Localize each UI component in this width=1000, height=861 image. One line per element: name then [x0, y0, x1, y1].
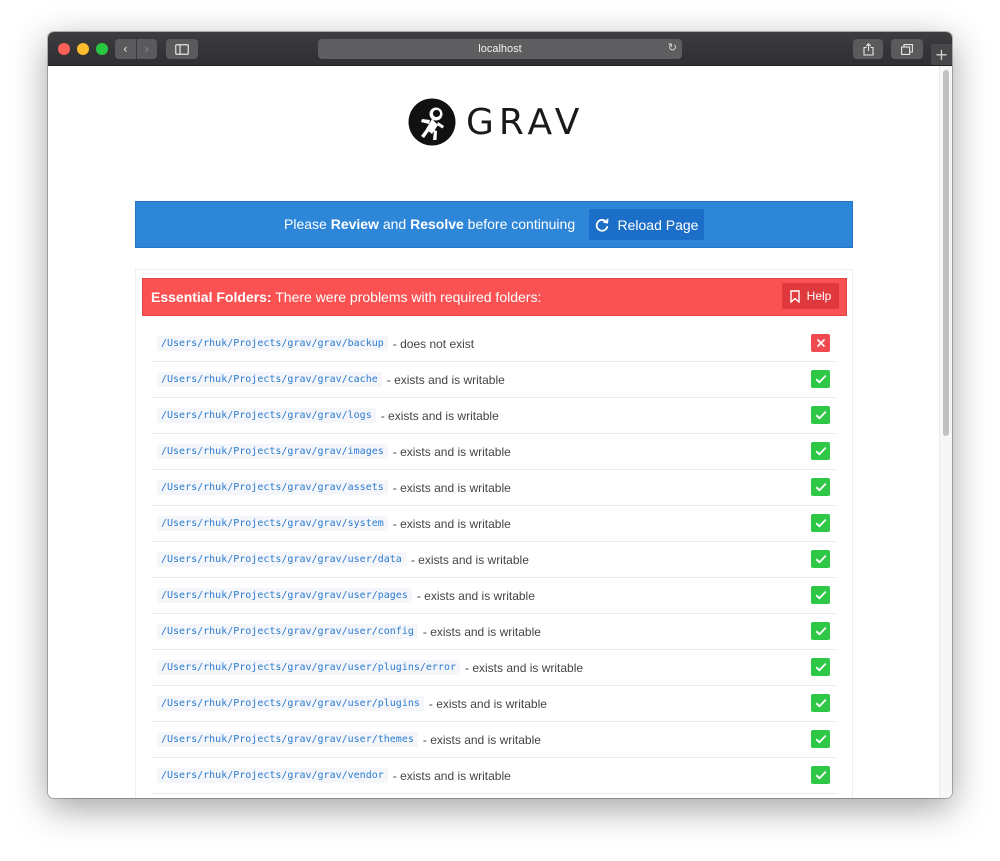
sidebar-toggle-button[interactable]: [166, 39, 198, 59]
notice-text-part: and: [378, 216, 411, 232]
folder-status-message: - exists and is writable: [392, 444, 511, 459]
reload-page-button[interactable]: Reload Page: [589, 209, 704, 240]
share-button[interactable]: [853, 39, 883, 59]
tabs-overview-icon: [901, 43, 913, 55]
review-notice-banner: Please Review and Resolve before continu…: [135, 201, 853, 248]
folder-status-message: - exists and is writable: [465, 660, 584, 675]
folder-row: /Users/rhuk/Projects/grav/grav/assets - e…: [152, 470, 836, 506]
essential-folders-header: Essential Folders: There were problems w…: [142, 278, 847, 316]
folder-path: /Users/rhuk/Projects/grav/grav/user/data: [157, 552, 406, 567]
chevron-right-icon: ›: [144, 42, 150, 56]
reload-icon: [595, 218, 609, 232]
folder-row: /Users/rhuk/Projects/grav/grav/user/data…: [152, 542, 836, 578]
folder-path: /Users/rhuk/Projects/grav/grav/user/plug…: [157, 696, 424, 711]
folder-row: /Users/rhuk/Projects/grav/grav/user/page…: [152, 578, 836, 614]
folder-status-message: - exists and is writable: [416, 588, 535, 603]
folder-status-message: - exists and is writable: [422, 732, 541, 747]
checkmark-icon: [811, 586, 830, 604]
panel-title-text: There were problems with required folder…: [271, 289, 542, 305]
help-label: Help: [806, 289, 832, 303]
folder-path: /Users/rhuk/Projects/grav/grav/assets: [157, 480, 388, 495]
browser-toolbar: ‹ › localhost ↻ +: [48, 32, 952, 66]
checkmark-icon: [811, 694, 830, 712]
essential-folders-panel: Essential Folders: There were problems w…: [135, 269, 853, 798]
reload-page-label: Reload Page: [617, 216, 699, 233]
folder-path: /Users/rhuk/Projects/grav/grav/backup: [157, 336, 388, 351]
folder-path: /Users/rhuk/Projects/grav/grav/user/plug…: [157, 660, 461, 675]
folder-path: /Users/rhuk/Projects/grav/grav/cache: [157, 372, 382, 387]
cross-icon: [811, 334, 830, 352]
folder-status-message: - exists and is writable: [410, 552, 529, 567]
folder-status-message: - exists and is writable: [392, 480, 511, 495]
folder-row: /Users/rhuk/Projects/grav/grav/user/conf…: [152, 614, 836, 650]
url-text: localhost: [478, 43, 522, 55]
grav-logo: GRAV: [408, 98, 584, 146]
scrollbar-thumb[interactable]: [943, 70, 949, 436]
astronaut-logo-icon: [408, 98, 456, 146]
notice-message: Please Review and Resolve before continu…: [284, 216, 575, 232]
forward-button[interactable]: ›: [136, 39, 157, 59]
grav-wordmark: GRAV: [466, 101, 585, 143]
folder-status-list: /Users/rhuk/Projects/grav/grav/backup - d…: [152, 326, 836, 798]
folder-status-message: - exists and is writable: [422, 624, 541, 639]
panel-title-bold: Essential Folders:: [151, 289, 272, 305]
reload-icon[interactable]: ↻: [668, 41, 677, 54]
notice-text-part: before continuing: [463, 216, 576, 232]
folder-row: /Users/rhuk/Projects/grav/grav/vendor - e…: [152, 758, 836, 794]
folder-row: /Users/rhuk/Projects/grav/grav/user/plug…: [152, 650, 836, 686]
checkmark-icon: [811, 406, 830, 424]
checkmark-icon: [811, 370, 830, 388]
folder-row: /Users/rhuk/Projects/grav/grav/cache - ex…: [152, 362, 836, 398]
checkmark-icon: [811, 442, 830, 460]
zoom-window-button[interactable]: [96, 43, 108, 55]
address-bar[interactable]: localhost ↻: [318, 39, 682, 59]
folder-path: /Users/rhuk/Projects/grav/grav/user/them…: [157, 732, 418, 747]
checkmark-icon: [811, 766, 830, 784]
panel-title: Essential Folders: There were problems w…: [151, 289, 541, 305]
show-tabs-button[interactable]: [891, 39, 923, 59]
checkmark-icon: [811, 730, 830, 748]
page-content: GRAV Please Review and Resolve before co…: [48, 66, 952, 798]
help-button[interactable]: Help: [782, 283, 839, 309]
folder-status-message: - exists and is writable: [428, 696, 547, 711]
bookmark-icon: [789, 289, 800, 303]
folder-row: /Users/rhuk/Projects/grav/grav/user/them…: [152, 722, 836, 758]
folder-row: /Users/rhuk/Projects/grav/grav/images - e…: [152, 434, 836, 470]
folder-path: /Users/rhuk/Projects/grav/grav/user/page…: [157, 588, 412, 603]
folder-row: /Users/rhuk/Projects/grav/grav/backup - d…: [152, 326, 836, 362]
minimize-window-button[interactable]: [77, 43, 89, 55]
folder-row: /Users/rhuk/Projects/grav/grav/user/plug…: [152, 686, 836, 722]
checkmark-icon: [811, 658, 830, 676]
chevron-left-icon: ‹: [122, 42, 128, 56]
folder-row: /Users/rhuk/Projects/grav/grav/system - e…: [152, 506, 836, 542]
notice-review-word: Review: [330, 216, 379, 232]
page-scrollbar[interactable]: [939, 66, 952, 798]
back-button[interactable]: ‹: [115, 39, 137, 59]
checkmark-icon: [811, 478, 830, 496]
folder-status-message: - does not exist: [392, 336, 475, 351]
folder-status-message: - exists and is writable: [386, 372, 505, 387]
folder-path: /Users/rhuk/Projects/grav/grav/vendor: [157, 768, 388, 783]
browser-window: ‹ › localhost ↻ + GRAV Please Review and…: [48, 32, 952, 798]
folder-path: /Users/rhuk/Projects/grav/grav/system: [157, 516, 388, 531]
notice-resolve-word: Resolve: [410, 216, 464, 232]
folder-row: /Users/rhuk/Projects/grav/grav/tmp- exis…: [152, 794, 836, 798]
folder-path: /Users/rhuk/Projects/grav/grav/logs: [157, 408, 376, 423]
checkmark-icon: [811, 514, 830, 532]
history-navigation: ‹ ›: [115, 39, 157, 59]
sidebar-icon: [175, 43, 189, 55]
checkmark-icon: [811, 622, 830, 640]
close-window-button[interactable]: [58, 43, 70, 55]
notice-text-part: Please: [284, 216, 331, 232]
new-tab-button[interactable]: +: [931, 44, 952, 65]
folder-status-message: - exists and is writable: [392, 516, 511, 531]
folder-path: /Users/rhuk/Projects/grav/grav/user/conf…: [157, 624, 418, 639]
folder-status-message: - exists and is writable: [380, 408, 499, 423]
folder-row: /Users/rhuk/Projects/grav/grav/logs - exi…: [152, 398, 836, 434]
folder-path: /Users/rhuk/Projects/grav/grav/images: [157, 444, 388, 459]
share-icon: [862, 42, 874, 56]
checkmark-icon: [811, 550, 830, 568]
folder-status-message: - exists and is writable: [392, 768, 511, 783]
